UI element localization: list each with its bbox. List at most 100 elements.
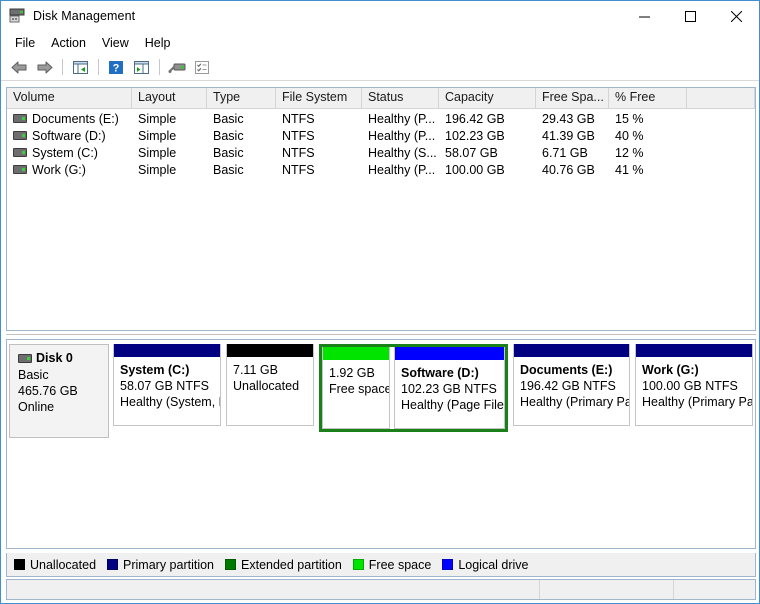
volume-list[interactable]: Volume Layout Type File System Status Ca… [6,87,756,331]
partition-name: Software (D:) [401,365,504,381]
partition-capacity-bar [227,344,313,357]
toolbar-separator [62,59,63,75]
legend-item-primary-partition: Primary partition [107,558,214,572]
forward-arrow-icon[interactable] [32,56,56,78]
partition-work-g[interactable]: Work (G:) 100.00 GB NTFS Healthy (Primar… [635,344,753,426]
legend-item-logical-drive: Logical drive [442,558,528,572]
cell-percent-free: 41 % [609,163,687,177]
partition-status: Healthy (Primary Pa [642,394,752,410]
maximize-button[interactable] [667,1,713,31]
cell-file-system: NTFS [276,112,362,126]
partition-size: 100.00 GB NTFS [642,378,752,394]
partition-status: Healthy (Primary Par [520,394,629,410]
toolbar: ? [1,54,759,81]
cell-type: Basic [207,112,276,126]
volume-icon [13,165,27,174]
table-row[interactable]: Documents (E:) Simple Basic NTFS Healthy… [7,110,755,127]
disk-info-panel[interactable]: Disk 0 Basic 465.76 GB Online [9,344,109,438]
partition-name: System (C:) [120,362,220,378]
cell-volume-label: System (C:) [32,146,98,160]
column-header-layout[interactable]: Layout [132,88,207,108]
cell-volume-label: Documents (E:) [32,112,119,126]
menu-item-help[interactable]: Help [137,34,179,52]
legend-swatch-logical-drive [442,559,453,570]
legend-swatch-primary-partition [107,559,118,570]
column-header-free-space[interactable]: Free Spa... [536,88,609,108]
status-cell-secondary [540,580,674,599]
rescan-disks-icon[interactable] [165,56,189,78]
extended-partition-container[interactable]: 1.92 GB Free space Software (D:) 102.23 … [319,344,508,432]
volume-icon [13,131,27,140]
legend-item-extended-partition: Extended partition [225,558,342,572]
cell-percent-free: 15 % [609,112,687,126]
window-controls [621,1,759,31]
cell-capacity: 58.07 GB [439,146,536,160]
partition-strip: System (C:) 58.07 GB NTFS Healthy (Syste… [113,344,756,438]
partition-status: Healthy (System, E [120,394,220,410]
partition-status: Unallocated [233,378,313,394]
disk-icon [18,354,32,363]
partition-capacity-bar [636,344,752,357]
table-row[interactable]: Work (G:) Simple Basic NTFS Healthy (P..… [7,161,755,178]
menu-item-action[interactable]: Action [43,34,94,52]
cell-file-system: NTFS [276,163,362,177]
column-header-filler[interactable] [687,88,755,108]
window-title: Disk Management [33,9,135,23]
disk-title: Disk 0 [18,351,102,365]
volume-icon [13,148,27,157]
partition-capacity-bar [114,344,220,357]
cell-status: Healthy (P... [362,129,439,143]
volume-icon [13,114,27,123]
partition-capacity-bar [514,344,629,357]
help-icon[interactable]: ? [104,56,128,78]
status-bar [6,579,756,600]
cell-volume: System (C:) [7,146,132,160]
cell-capacity: 102.23 GB [439,129,536,143]
cell-percent-free: 40 % [609,129,687,143]
menu-item-view[interactable]: View [94,34,137,52]
partition-unallocated[interactable]: 7.11 GB Unallocated [226,344,314,426]
toolbar-separator [159,59,160,75]
status-cell-tertiary [674,580,755,599]
cell-file-system: NTFS [276,129,362,143]
show-hide-console-tree-icon[interactable] [68,56,92,78]
table-row[interactable]: System (C:) Simple Basic NTFS Healthy (S… [7,144,755,161]
partition-documents-e[interactable]: Documents (E:) 196.42 GB NTFS Healthy (P… [513,344,630,426]
partition-capacity-bar [323,347,389,360]
column-header-percent-free[interactable]: % Free [609,88,687,108]
properties-icon[interactable] [190,56,214,78]
partition-size: 102.23 GB NTFS [401,381,504,397]
cell-volume: Work (G:) [7,163,132,177]
minimize-button[interactable] [621,1,667,31]
disk-type: Basic [18,367,102,383]
table-row[interactable]: Software (D:) Simple Basic NTFS Healthy … [7,127,755,144]
column-header-status[interactable]: Status [362,88,439,108]
cell-volume: Documents (E:) [7,112,132,126]
disk-size: 465.76 GB [18,383,102,399]
graphical-view[interactable]: Disk 0 Basic 465.76 GB Online System (C:… [6,339,756,549]
pane-splitter[interactable] [6,332,756,338]
cell-type: Basic [207,146,276,160]
volume-list-body: Documents (E:) Simple Basic NTFS Healthy… [7,109,755,178]
back-arrow-icon[interactable] [7,56,31,78]
partition-software-d[interactable]: Software (D:) 102.23 GB NTFS Healthy (Pa… [394,347,505,429]
partition-system-c[interactable]: System (C:) 58.07 GB NTFS Healthy (Syste… [113,344,221,426]
partition-free-space[interactable]: 1.92 GB Free space [322,347,390,429]
cell-percent-free: 12 % [609,146,687,160]
partition-capacity-bar [395,347,504,360]
legend-swatch-free-space [353,559,364,570]
cell-free-space: 40.76 GB [536,163,609,177]
column-header-capacity[interactable]: Capacity [439,88,536,108]
svg-text:?: ? [113,62,120,74]
legend-label: Logical drive [458,558,528,572]
column-header-file-system[interactable]: File System [276,88,362,108]
close-button[interactable] [713,1,759,31]
partition-size: 58.07 GB NTFS [120,378,220,394]
show-hide-action-pane-icon[interactable] [129,56,153,78]
column-header-type[interactable]: Type [207,88,276,108]
cell-free-space: 41.39 GB [536,129,609,143]
column-header-volume[interactable]: Volume [7,88,132,108]
cell-layout: Simple [132,112,207,126]
menu-item-file[interactable]: File [7,34,43,52]
cell-capacity: 100.00 GB [439,163,536,177]
